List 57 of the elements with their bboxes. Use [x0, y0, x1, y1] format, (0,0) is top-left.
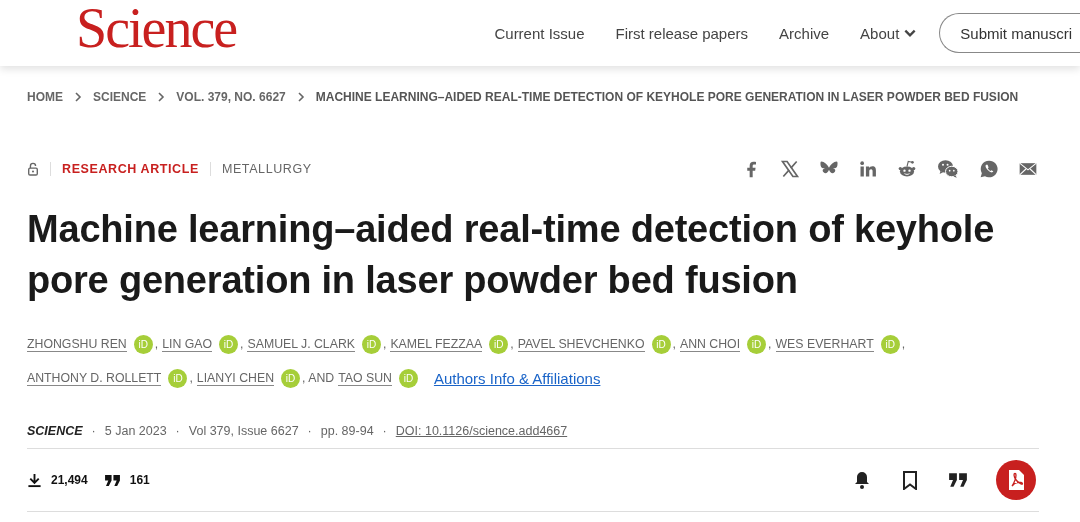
submit-button[interactable]: Submit manuscri — [939, 13, 1080, 53]
bullet-separator: · — [91, 424, 96, 438]
author-link[interactable]: ZHONGSHU REN — [27, 336, 127, 352]
bookmark-icon[interactable] — [900, 470, 920, 490]
separator-text: , — [768, 337, 772, 351]
article-title: Machine learning–aided real-time detection of keyhole pore generation in laser powder bed fusion — [27, 207, 996, 303]
chat-bubbles-icon[interactable] — [936, 159, 960, 179]
author-link[interactable]: LIN GAO — [162, 336, 213, 352]
linkedin-icon[interactable] — [858, 159, 878, 179]
author-link[interactable]: TAO SUN — [338, 370, 392, 386]
nav-link[interactable]: First release papers — [615, 24, 749, 42]
nav-menu[interactable]: About — [860, 24, 918, 42]
author-link[interactable]: PAVEL SHEVCHENKO — [517, 336, 645, 352]
separator-text: , — [901, 337, 906, 351]
separator-text: , — [510, 337, 514, 351]
download-icon — [27, 472, 42, 488]
bullet-separator: · — [175, 424, 180, 438]
chevron-right-icon — [156, 91, 167, 103]
reddit-icon[interactable] — [897, 159, 917, 179]
separator-text: , — [383, 337, 387, 351]
quote-icon — [103, 473, 121, 487]
author-link[interactable]: WES EVERHART — [775, 336, 874, 352]
x-icon[interactable] — [780, 159, 800, 179]
author-link[interactable]: ANTHONY D. ROLLETT — [27, 370, 162, 386]
chevron-right-icon — [73, 91, 83, 103]
pdf-icon[interactable] — [996, 460, 1036, 500]
separator-text: , — [672, 337, 676, 351]
author-link[interactable]: KAMEL FEZZAA — [390, 336, 483, 352]
bullet-separator: · — [382, 424, 387, 438]
author-link[interactable]: SAMUEL J. CLARK — [247, 336, 355, 352]
journal-name: SCIENCE — [27, 424, 83, 438]
breadcrumb-link[interactable]: SCIENCE — [93, 90, 147, 104]
science-logo[interactable]: Science — [76, 0, 237, 56]
meta-text: pp. 89-94 — [320, 424, 374, 438]
citation-count: 161 — [129, 473, 150, 487]
breadcrumb-link[interactable]: HOME — [27, 90, 63, 104]
article-type-link[interactable]: RESEARCH ARTICLE — [62, 162, 199, 176]
affiliations-link[interactable]: Authors Info & Affiliations — [433, 369, 601, 387]
breadcrumb-link[interactable]: VOL. 379, NO. 6627 — [176, 90, 286, 104]
bullet-separator: · — [307, 424, 312, 438]
doi-link[interactable]: DOI: 10.1126/science.add4667 — [395, 424, 568, 438]
nav-link[interactable]: Archive — [779, 24, 830, 42]
whatsapp-icon[interactable] — [979, 159, 999, 179]
download-count: 21,494 — [51, 473, 88, 487]
author-link[interactable]: ANN CHOI — [679, 336, 741, 352]
breadcrumb-link[interactable]: MACHINE LEARNING–AIDED REAL-TIME DETECTION OF KEYHOLE PORE GENERATION IN LASER POWDER BED FUSION — [315, 90, 1019, 104]
separator-text: , AND — [302, 371, 335, 385]
separator-text: , — [189, 371, 193, 385]
subject-link[interactable]: METALLURGY — [221, 162, 312, 176]
chevron-right-icon — [295, 91, 306, 103]
quote-icon[interactable] — [948, 470, 968, 490]
meta-text: 5 Jan 2023 — [104, 424, 167, 438]
separator-text: , — [154, 337, 159, 351]
nav-link[interactable]: Current Issue — [494, 24, 585, 42]
separator-text: , — [240, 337, 244, 351]
meta-text: Vol 379, Issue 6627 — [188, 424, 299, 438]
author-link[interactable]: LIANYI CHEN — [196, 370, 275, 386]
